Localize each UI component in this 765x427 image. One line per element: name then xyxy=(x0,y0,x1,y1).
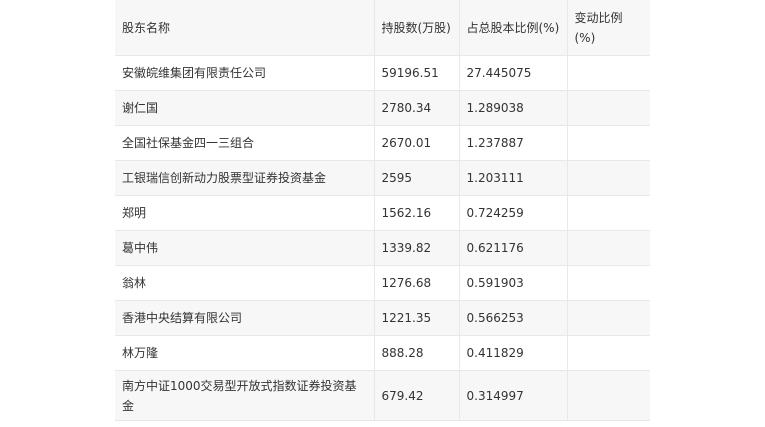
cell-share-ratio: 1.237887 xyxy=(459,125,568,161)
cell-shares-held: 1276.68 xyxy=(374,265,460,301)
table-header-row: 股东名称 持股数(万股) 占总股本比例(%) 变动比例(%) xyxy=(115,0,650,56)
cell-shares-held: 2670.01 xyxy=(374,125,460,161)
cell-share-ratio: 0.621176 xyxy=(459,230,568,266)
cell-shares-held: 888.28 xyxy=(374,335,460,371)
header-change-ratio: 变动比例(%) xyxy=(567,0,650,56)
cell-shares-held: 1221.35 xyxy=(374,300,460,336)
cell-change-ratio xyxy=(567,300,650,336)
shareholder-table: 股东名称 持股数(万股) 占总股本比例(%) 变动比例(%) 安徽皖维集团有限责… xyxy=(115,0,650,421)
cell-change-ratio xyxy=(567,265,650,301)
cell-shareholder-name: 香港中央结算有限公司 xyxy=(115,300,375,336)
cell-share-ratio: 0.411829 xyxy=(459,335,568,371)
cell-shareholder-name: 翁林 xyxy=(115,265,375,301)
cell-shareholder-name: 林万隆 xyxy=(115,335,375,371)
cell-shareholder-name: 南方中证1000交易型开放式指数证券投资基金 xyxy=(115,370,375,421)
cell-change-ratio xyxy=(567,195,650,231)
cell-shares-held: 59196.51 xyxy=(374,55,460,91)
table-row: 郑明 1562.16 0.724259 xyxy=(115,195,650,231)
table-row: 香港中央结算有限公司 1221.35 0.566253 xyxy=(115,300,650,336)
cell-change-ratio xyxy=(567,90,650,126)
cell-shares-held: 1339.82 xyxy=(374,230,460,266)
table-row: 葛中伟 1339.82 0.621176 xyxy=(115,230,650,266)
header-share-ratio: 占总股本比例(%) xyxy=(459,0,568,56)
table-row: 全国社保基金四一三组合 2670.01 1.237887 xyxy=(115,125,650,161)
shareholder-table-container: 股东名称 持股数(万股) 占总股本比例(%) 变动比例(%) 安徽皖维集团有限责… xyxy=(115,0,650,421)
cell-share-ratio: 1.289038 xyxy=(459,90,568,126)
cell-share-ratio: 27.445075 xyxy=(459,55,568,91)
cell-change-ratio xyxy=(567,230,650,266)
cell-shareholder-name: 谢仁国 xyxy=(115,90,375,126)
cell-shareholder-name: 郑明 xyxy=(115,195,375,231)
cell-change-ratio xyxy=(567,370,650,421)
cell-share-ratio: 0.566253 xyxy=(459,300,568,336)
table-row: 安徽皖维集团有限责任公司 59196.51 27.445075 xyxy=(115,55,650,91)
cell-change-ratio xyxy=(567,55,650,91)
header-shareholder-name: 股东名称 xyxy=(115,0,375,56)
table-row: 工银瑞信创新动力股票型证券投资基金 2595 1.203111 xyxy=(115,160,650,196)
cell-share-ratio: 0.591903 xyxy=(459,265,568,301)
cell-shares-held: 1562.16 xyxy=(374,195,460,231)
cell-share-ratio: 0.314997 xyxy=(459,370,568,421)
table-row: 翁林 1276.68 0.591903 xyxy=(115,265,650,301)
cell-share-ratio: 1.203111 xyxy=(459,160,568,196)
cell-change-ratio xyxy=(567,160,650,196)
cell-shares-held: 2595 xyxy=(374,160,460,196)
header-shares-held: 持股数(万股) xyxy=(374,0,460,56)
cell-change-ratio xyxy=(567,335,650,371)
cell-shareholder-name: 葛中伟 xyxy=(115,230,375,266)
cell-share-ratio: 0.724259 xyxy=(459,195,568,231)
table-row: 林万隆 888.28 0.411829 xyxy=(115,335,650,371)
cell-change-ratio xyxy=(567,125,650,161)
cell-shareholder-name: 安徽皖维集团有限责任公司 xyxy=(115,55,375,91)
cell-shares-held: 2780.34 xyxy=(374,90,460,126)
table-row: 谢仁国 2780.34 1.289038 xyxy=(115,90,650,126)
cell-shareholder-name: 工银瑞信创新动力股票型证券投资基金 xyxy=(115,160,375,196)
cell-shareholder-name: 全国社保基金四一三组合 xyxy=(115,125,375,161)
table-row: 南方中证1000交易型开放式指数证券投资基金 679.42 0.314997 xyxy=(115,370,650,421)
cell-shares-held: 679.42 xyxy=(374,370,460,421)
